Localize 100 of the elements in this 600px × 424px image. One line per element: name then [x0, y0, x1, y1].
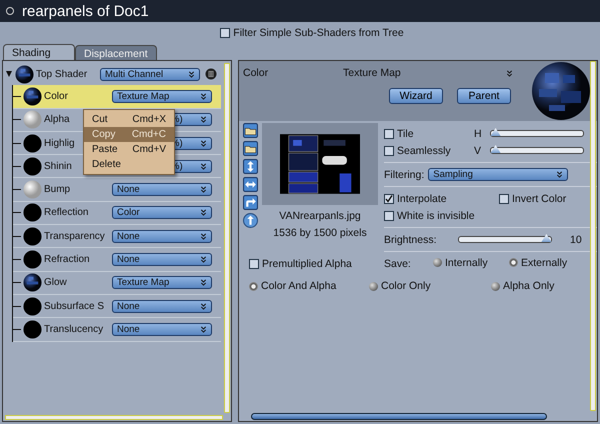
folder-icon[interactable] [243, 141, 258, 156]
radio-button[interactable]: Color Only [369, 280, 431, 292]
checkbox-box[interactable] [384, 210, 394, 220]
turn-arrow-icon[interactable] [243, 195, 258, 210]
type-selector[interactable]: Texture Map [343, 67, 513, 79]
radio-dot[interactable] [369, 282, 378, 290]
chevron-icon [200, 186, 207, 194]
save-label: Save: [384, 258, 412, 270]
chevron-icon [200, 302, 207, 310]
dropdown[interactable]: None [112, 253, 212, 266]
checkbox-box[interactable] [220, 28, 230, 38]
tab[interactable]: Displacement [75, 45, 157, 60]
sphere-icon [23, 296, 42, 316]
checkbox-box[interactable] [384, 128, 394, 138]
checkbox-box[interactable] [499, 194, 509, 204]
folder-icon[interactable] [243, 123, 258, 138]
dropdown[interactable]: None [112, 300, 212, 313]
horizontal-arrows-icon[interactable] [243, 177, 258, 192]
chevron-icon [200, 209, 207, 216]
checkbox-box[interactable] [384, 194, 394, 204]
chevron-icon [200, 256, 207, 264]
sphere-icon [23, 180, 42, 200]
checkbox[interactable]: Tile [384, 128, 474, 140]
chevron-icon [200, 279, 207, 286]
brightness-slider[interactable] [458, 236, 552, 243]
tree-item[interactable]: Glow [44, 277, 110, 288]
vertical-arrows-icon[interactable] [243, 159, 258, 174]
trash-icon[interactable] [205, 68, 217, 80]
file-name: VANrearpanls.jpg [279, 210, 361, 222]
tree-row[interactable]: Glow Texture Map [13, 272, 221, 295]
tree-item[interactable]: Color [44, 90, 110, 102]
chevron-icon [200, 162, 207, 170]
chevron-icon [200, 140, 207, 147]
tree-row[interactable]: Bump None [13, 178, 221, 202]
chevron-icon [200, 116, 207, 124]
tree-row[interactable]: Subsurface S None [13, 294, 221, 318]
menu-item[interactable]: Paste Cmd+V [84, 142, 174, 157]
radio-dot[interactable] [249, 282, 258, 290]
chevron-icon [506, 70, 513, 76]
sphere-icon [23, 110, 42, 130]
dropdown[interactable]: Texture Map [112, 276, 212, 290]
menu-item[interactable]: Copy Cmd+C [84, 127, 174, 142]
dropdown[interactable]: Color [112, 206, 212, 220]
tree-item[interactable]: Refraction [44, 254, 110, 266]
tree-row[interactable]: Reflection Color [13, 202, 221, 226]
radio-button[interactable]: Color And Alpha [249, 280, 336, 292]
checkbox[interactable]: White is invisible [384, 210, 475, 222]
chevron-icon [200, 92, 207, 100]
tree-row[interactable]: Translucency None [13, 318, 221, 342]
checkbox[interactable]: Interpolate [384, 192, 499, 204]
filtering-label: Filtering: [384, 168, 424, 180]
radio-button[interactable]: Externally [509, 256, 568, 269]
slider[interactable] [490, 147, 584, 154]
window-button-icon[interactable] [6, 7, 14, 15]
radio-dot[interactable] [509, 258, 518, 268]
checkbox[interactable]: Filter Simple Sub-Shaders from Tree [220, 27, 404, 39]
brightness-label: Brightness: [384, 234, 438, 246]
tree-item[interactable]: Top Shader [36, 68, 98, 80]
tab[interactable]: Shading [3, 44, 75, 60]
checkbox-box[interactable] [384, 146, 394, 156]
sphere-icon [23, 320, 42, 339]
tree-item[interactable]: Translucency [44, 324, 110, 335]
tree-row[interactable]: Color Texture Map [13, 85, 221, 109]
checkbox[interactable]: Premultiplied Alpha [249, 258, 352, 270]
chevron-icon [200, 326, 207, 333]
sphere-icon [23, 250, 42, 270]
slider[interactable] [490, 130, 584, 137]
tree-item[interactable]: Reflection [44, 207, 110, 218]
dropdown[interactable]: Sampling [428, 168, 568, 181]
radio-button[interactable]: Internally [433, 256, 488, 269]
button[interactable]: Wizard [389, 88, 443, 104]
checkbox[interactable]: Invert Color [499, 192, 566, 204]
sphere-icon [23, 86, 42, 106]
menu-item[interactable]: Cut Cmd+X [84, 112, 174, 127]
menu-item[interactable]: Delete [84, 157, 174, 172]
radio-dot[interactable] [433, 258, 442, 268]
chevron-icon [556, 171, 564, 178]
button[interactable]: Parent [457, 88, 511, 104]
dropdown[interactable]: None [112, 183, 212, 196]
sphere-icon [23, 226, 42, 246]
chevron-icon [200, 232, 207, 240]
tree-item[interactable]: Bump [44, 184, 110, 196]
triangle-icon[interactable] [5, 70, 13, 78]
checkbox-box[interactable] [249, 259, 259, 269]
radio-dot[interactable] [491, 282, 500, 290]
dropdown[interactable]: None [112, 230, 212, 243]
radio-button[interactable]: Alpha Only [491, 280, 554, 292]
tree-row[interactable]: Transparency None [13, 225, 221, 248]
tree-item[interactable]: Transparency [44, 230, 110, 242]
checkbox[interactable]: Seamlessly [384, 144, 474, 156]
tree-item[interactable]: Subsurface S [44, 300, 110, 312]
scrollbar[interactable] [251, 413, 547, 420]
sphere-icon [23, 273, 42, 292]
window-title: rearpanels of Doc1 [22, 2, 149, 20]
dropdown[interactable]: None [112, 322, 212, 336]
brightness-value: 10 [570, 234, 582, 246]
dropdown[interactable]: Multi Channel [100, 68, 200, 81]
tree-row[interactable]: Refraction None [13, 248, 221, 272]
dropdown[interactable]: Texture Map [112, 90, 212, 103]
channel-label: Color [243, 67, 270, 79]
